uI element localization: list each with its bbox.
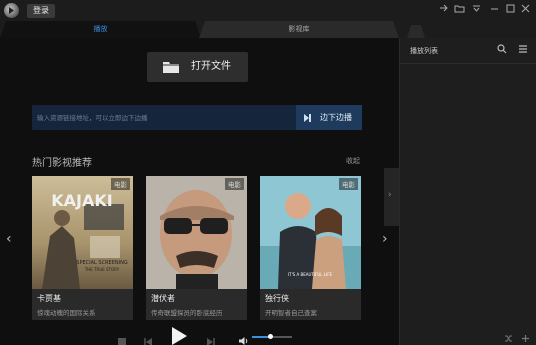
add-icon[interactable] [521, 334, 530, 345]
movie-poster: IT'S A BEAUTIFUL LIFE [260, 176, 361, 289]
movie-card[interactable]: 电影 潜伏者 传奇联盟探员的卧底经历 [146, 176, 247, 320]
player-main: 打开文件 边下边播 热门影视推荐 收起 ‹ › [0, 38, 399, 345]
play-icon[interactable] [170, 326, 188, 345]
folder-icon [163, 62, 179, 73]
playlist-sidebar: 播放列表 [399, 38, 536, 345]
close-icon[interactable] [519, 3, 532, 16]
pin-icon[interactable] [437, 3, 450, 16]
app-logo-icon [4, 3, 19, 18]
play-while-downloading-label: 边下边播 [320, 113, 352, 122]
stop-icon[interactable] [117, 332, 127, 345]
poster-title: KAJAKI [51, 191, 112, 210]
search-icon[interactable] [497, 44, 507, 57]
url-bar: 边下边播 [32, 105, 362, 130]
open-file-button[interactable]: 打开文件 [147, 52, 248, 82]
folder-icon[interactable] [453, 3, 466, 16]
prev-arrow-icon[interactable]: ‹ [6, 231, 12, 247]
volume-knob[interactable] [267, 334, 273, 339]
tab-library[interactable]: 影视库 [199, 21, 399, 38]
play-bar-icon [309, 114, 311, 122]
next-arrow-icon[interactable]: › [382, 231, 388, 247]
login-button[interactable]: 登录 [27, 4, 55, 18]
movie-title: 独行侠 [265, 294, 289, 303]
movie-badge: 电影 [339, 178, 358, 190]
minimize-icon[interactable] [488, 3, 501, 16]
movie-caption: 独行侠 开明智者自己查案 [260, 289, 361, 320]
poster-line: SPECIAL SCREENING [76, 260, 128, 266]
previous-icon[interactable] [143, 332, 153, 345]
collapse-link[interactable]: 收起 [346, 156, 360, 166]
movie-title: 潜伏者 [151, 294, 175, 303]
poster-line: THE TRUE STORY [84, 267, 120, 272]
poster-line: IT'S A BEAUTIFUL LIFE [288, 272, 333, 277]
sidebar-toggle[interactable]: › [384, 168, 399, 226]
url-input[interactable] [32, 105, 296, 130]
sidebar-divider [400, 63, 536, 64]
movie-caption: 卡贾基 惊魂动魄的国际关系 [32, 289, 133, 320]
movie-badge: 电影 [225, 178, 244, 190]
title-bar: 登录 [0, 0, 536, 21]
movie-title: 卡贾基 [37, 294, 61, 303]
movie-poster: KAJAKI SPECIAL SCREENING THE TRUE STORY [32, 176, 133, 289]
movie-desc: 开明智者自己查案 [265, 309, 317, 317]
play-while-downloading-button[interactable]: 边下边播 [296, 105, 362, 130]
shuffle-icon[interactable] [504, 334, 513, 345]
movie-card[interactable]: IT'S A BEAUTIFUL LIFE 电影 独行侠 开明智者自己查案 [260, 176, 361, 320]
tab-mini[interactable] [407, 25, 425, 38]
volume-icon[interactable] [238, 331, 249, 345]
movie-badge: 电影 [111, 178, 130, 190]
movie-poster [146, 176, 247, 289]
movie-caption: 潜伏者 传奇联盟探员的卧底经历 [146, 289, 247, 320]
movie-desc: 传奇联盟探员的卧底经历 [151, 309, 223, 317]
volume-slider[interactable] [252, 334, 292, 339]
chevron-right-icon: › [388, 190, 392, 200]
tab-strip: 播放 影视库 [0, 21, 536, 38]
movie-desc: 惊魂动魄的国际关系 [37, 309, 96, 317]
playlist-title: 播放列表 [410, 47, 438, 55]
menu-down-icon[interactable] [470, 3, 483, 16]
list-menu-icon[interactable] [518, 44, 528, 57]
open-file-label: 打开文件 [191, 61, 231, 72]
movie-card[interactable]: KAJAKI SPECIAL SCREENING THE TRUE STORY … [32, 176, 133, 320]
section-title: 热门影视推荐 [32, 158, 92, 169]
next-icon[interactable] [206, 332, 216, 345]
maximize-icon[interactable] [504, 3, 517, 16]
tab-play[interactable]: 播放 [0, 21, 201, 38]
